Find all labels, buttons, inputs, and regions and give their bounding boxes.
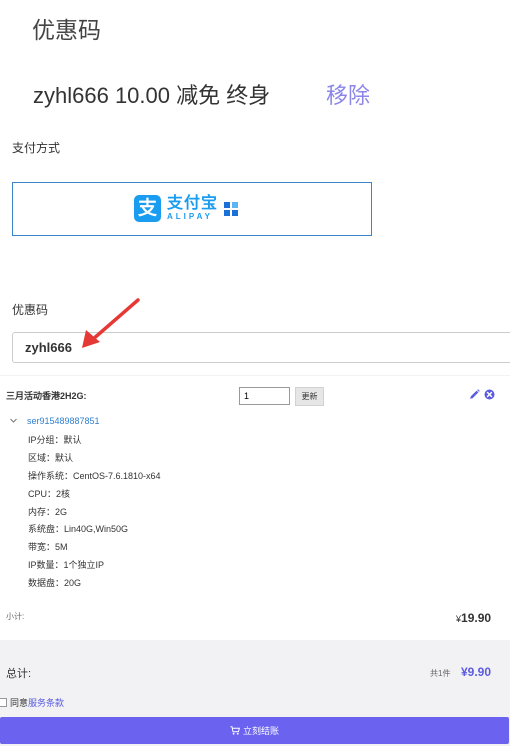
- update-button[interactable]: 更新: [295, 387, 324, 406]
- spec-region: 区域：默认: [28, 453, 74, 463]
- agree-prefix: 同意: [10, 698, 29, 708]
- spec-data-disk: 数据盘：20G: [28, 578, 82, 588]
- remove-coupon-link[interactable]: 移除: [326, 78, 370, 110]
- alipay-grid-icon: [224, 201, 239, 216]
- item-count: 共1件: [430, 669, 451, 678]
- coupon-field-label: 优惠码: [12, 303, 49, 317]
- spec-bandwidth: 带宽：5M: [28, 542, 68, 552]
- total-label: 总计:: [6, 668, 32, 680]
- spec-os: 操作系统：CentOS-7.6.1810-x64: [28, 471, 161, 481]
- alipay-name-en: ALIPAY: [167, 211, 214, 221]
- subtotal-label: 小计:: [6, 612, 25, 621]
- agree-terms-row: 同意 服务条款: [0, 696, 64, 709]
- quantity-input[interactable]: [239, 387, 290, 405]
- total-value: ¥9.90: [461, 665, 492, 679]
- coupon-section-title: 优惠码: [32, 17, 101, 43]
- pencil-icon[interactable]: [469, 389, 480, 400]
- checkout-button[interactable]: 立刻结账: [0, 717, 509, 744]
- payment-method-label: 支付方式: [12, 141, 61, 155]
- chevron-down-icon[interactable]: [9, 416, 18, 425]
- alipay-payment-option[interactable]: 支 支付宝 ALIPAY: [12, 182, 372, 236]
- alipay-name-cn: 支付宝: [167, 194, 219, 212]
- spec-ip-group: IP分组：默认: [28, 435, 82, 445]
- subtotal-value: ¥19.90: [456, 611, 491, 625]
- alipay-mark: 支: [134, 195, 161, 222]
- applied-coupon: zyhl666 10.00 减免 终身: [33, 83, 271, 108]
- spec-ip-count: IP数量：1个独立IP: [28, 560, 105, 570]
- spec-cpu: CPU：2核: [28, 489, 71, 499]
- checkout-label: 立刻结账: [242, 726, 279, 736]
- terms-link[interactable]: 服务条款: [28, 696, 64, 709]
- spec-memory: 内存：2G: [28, 507, 68, 517]
- product-name: 三月活动香港2H2G:: [6, 391, 87, 401]
- subtotal-amount: 19.90: [461, 611, 492, 625]
- arrow-annotation-icon: [82, 298, 140, 348]
- alipay-logo-icon: 支 支付宝 ALIPAY: [134, 194, 239, 222]
- server-name-link[interactable]: ser915489887851: [27, 416, 100, 426]
- agree-checkbox[interactable]: [0, 698, 7, 707]
- spec-system-disk: 系统盘：Lin40G,Win50G: [28, 524, 129, 534]
- close-circle-icon[interactable]: [484, 389, 495, 400]
- cart-icon: [230, 726, 240, 735]
